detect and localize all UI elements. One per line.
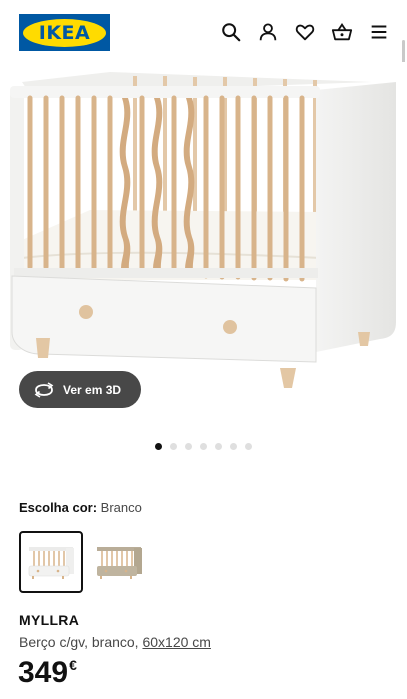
view-3d-label: Ver em 3D: [63, 382, 122, 397]
gallery-dot[interactable]: [170, 443, 177, 450]
color-choice: Escolha cor: Branco: [19, 500, 142, 515]
logo-text: IKEA: [38, 21, 91, 44]
menu-icon[interactable]: [367, 20, 391, 44]
variant-white-swatch[interactable]: [19, 531, 83, 593]
rotate-3d-icon: [34, 381, 54, 398]
logo-oval: IKEA: [23, 18, 106, 47]
product-name: MYLLRA: [19, 612, 80, 628]
product-description-main: Berço c/gv, branco,: [19, 634, 143, 650]
gallery-dot[interactable]: [215, 443, 222, 450]
search-icon[interactable]: [219, 20, 243, 44]
heart-icon[interactable]: [293, 20, 317, 44]
top-header: IKEA: [0, 0, 407, 62]
gallery-dot[interactable]: [200, 443, 207, 450]
color-choice-label: Escolha cor:: [19, 500, 98, 515]
variant-beige-swatch[interactable]: [87, 531, 151, 593]
product-size-link[interactable]: 60x120 cm: [142, 634, 210, 650]
gallery-dot[interactable]: [185, 443, 192, 450]
beige-crib-thumbnail: [97, 547, 142, 579]
user-icon[interactable]: [256, 20, 280, 44]
product-price: 349 €: [18, 656, 77, 690]
view-3d-button[interactable]: Ver em 3D: [19, 371, 141, 408]
color-choice-value: Branco: [100, 500, 142, 515]
white-crib-thumbnail: [28, 547, 74, 579]
price-currency: €: [69, 657, 77, 673]
product-description: Berço c/gv, branco, 60x120 cm: [19, 634, 211, 650]
gallery-dot[interactable]: [230, 443, 237, 450]
gallery-dot[interactable]: [155, 443, 162, 450]
gallery-pagination: [0, 443, 407, 453]
gallery-dot[interactable]: [245, 443, 252, 450]
ikea-logo[interactable]: IKEA: [19, 14, 110, 51]
price-integer: 349: [18, 656, 69, 689]
basket-icon[interactable]: [330, 20, 354, 44]
